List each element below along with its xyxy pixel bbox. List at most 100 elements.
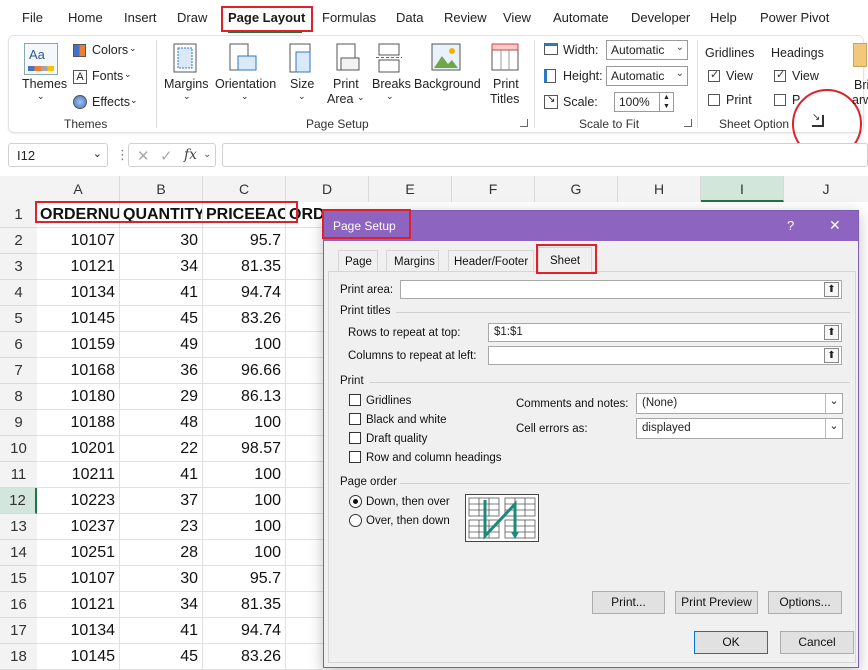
table-cell[interactable]: 10145 bbox=[37, 306, 120, 332]
rows-repeat-input[interactable]: $1:$1 ⬆ bbox=[488, 323, 842, 342]
tab-draw[interactable]: Draw bbox=[177, 10, 207, 25]
table-cell[interactable]: 98.57 bbox=[203, 436, 286, 462]
table-cell[interactable]: 81.35 bbox=[203, 254, 286, 280]
ok-button[interactable]: OK bbox=[694, 631, 768, 654]
table-cell[interactable]: 30 bbox=[120, 228, 203, 254]
print-titles-label-1[interactable]: Print bbox=[493, 77, 519, 91]
background-icon[interactable] bbox=[430, 42, 462, 74]
formula-input[interactable] bbox=[222, 143, 868, 167]
table-cell[interactable]: 83.26 bbox=[203, 306, 286, 332]
draft-quality-checkbox[interactable] bbox=[349, 432, 361, 444]
column-header-b[interactable]: B bbox=[120, 176, 203, 202]
close-icon[interactable]: ✕ bbox=[829, 217, 841, 234]
name-box[interactable]: I12 ⌄ bbox=[8, 143, 108, 167]
table-cell[interactable] bbox=[286, 566, 323, 592]
table-cell[interactable]: 10237 bbox=[37, 514, 120, 540]
table-cell[interactable]: 10121 bbox=[37, 592, 120, 618]
table-cell[interactable]: 10107 bbox=[37, 566, 120, 592]
gridlines-print-checkbox[interactable] bbox=[708, 94, 720, 106]
row-header[interactable]: 12 bbox=[0, 488, 37, 514]
table-cell[interactable]: 100 bbox=[203, 514, 286, 540]
table-cell[interactable]: 29 bbox=[120, 384, 203, 410]
height-select[interactable]: Automatic ⌄ bbox=[606, 66, 688, 86]
table-cell[interactable]: 81.35 bbox=[203, 592, 286, 618]
row-header[interactable]: 3 bbox=[0, 254, 37, 280]
table-cell[interactable]: 10121 bbox=[37, 254, 120, 280]
function-icon[interactable]: fx bbox=[184, 147, 197, 163]
headings-view-checkbox[interactable] bbox=[774, 68, 786, 82]
table-cell[interactable]: 10251 bbox=[37, 540, 120, 566]
orientation-icon[interactable] bbox=[228, 42, 258, 74]
table-cell[interactable]: 22 bbox=[120, 436, 203, 462]
column-header-a[interactable]: A bbox=[37, 176, 120, 202]
size-label[interactable]: Size bbox=[290, 77, 314, 91]
table-cell[interactable]: 48 bbox=[120, 410, 203, 436]
table-cell[interactable]: 10211 bbox=[37, 462, 120, 488]
print-titles-icon[interactable] bbox=[490, 42, 520, 74]
gridlines-view-checkbox[interactable] bbox=[708, 68, 720, 82]
bring-forward-icon[interactable] bbox=[853, 43, 867, 67]
cols-repeat-input[interactable]: ⬆ bbox=[488, 346, 842, 365]
table-cell[interactable] bbox=[286, 332, 323, 358]
orientation-label[interactable]: Orientation bbox=[215, 77, 276, 91]
black-white-checkbox[interactable] bbox=[349, 413, 361, 425]
collapse-dialog-icon[interactable]: ⬆ bbox=[824, 282, 839, 297]
print-preview-button[interactable]: Print Preview bbox=[675, 591, 758, 614]
print-button[interactable]: Print... bbox=[592, 591, 665, 614]
row-col-headings-checkbox[interactable] bbox=[349, 451, 361, 463]
tab-developer[interactable]: Developer bbox=[631, 10, 690, 25]
table-cell[interactable]: 34 bbox=[120, 592, 203, 618]
comments-select[interactable]: (None) ⌄ bbox=[636, 393, 843, 414]
table-cell[interactable]: 10180 bbox=[37, 384, 120, 410]
row-header[interactable]: 7 bbox=[0, 358, 37, 384]
collapse-dialog-icon[interactable]: ⬆ bbox=[824, 325, 839, 340]
colors-label[interactable]: Colors bbox=[92, 43, 128, 57]
table-cell[interactable] bbox=[286, 592, 323, 618]
column-header-g[interactable]: G bbox=[535, 176, 618, 202]
scale-input[interactable]: 100% bbox=[614, 92, 660, 112]
table-cell[interactable]: 10134 bbox=[37, 280, 120, 306]
row-header[interactable]: 2 bbox=[0, 228, 37, 254]
tab-data[interactable]: Data bbox=[396, 10, 423, 25]
column-header-e[interactable]: E bbox=[369, 176, 452, 202]
tab-file[interactable]: File bbox=[22, 10, 43, 25]
table-cell[interactable] bbox=[286, 254, 323, 280]
print-area-label-1[interactable]: Print bbox=[333, 77, 359, 91]
table-cell[interactable]: 10168 bbox=[37, 358, 120, 384]
row-header[interactable]: 17 bbox=[0, 618, 37, 644]
table-cell[interactable]: 36 bbox=[120, 358, 203, 384]
table-cell[interactable] bbox=[286, 280, 323, 306]
row-header[interactable]: 14 bbox=[0, 540, 37, 566]
width-select[interactable]: Automatic ⌄ bbox=[606, 40, 688, 60]
table-cell[interactable]: 100 bbox=[203, 462, 286, 488]
table-cell[interactable]: 100 bbox=[203, 540, 286, 566]
table-cell[interactable] bbox=[286, 540, 323, 566]
table-cell[interactable]: 34 bbox=[120, 254, 203, 280]
column-header-d[interactable]: D bbox=[286, 176, 369, 202]
row-header[interactable]: 11 bbox=[0, 462, 37, 488]
tab-home[interactable]: Home bbox=[68, 10, 103, 25]
table-cell[interactable] bbox=[286, 410, 323, 436]
table-cell[interactable] bbox=[286, 306, 323, 332]
table-cell[interactable]: 28 bbox=[120, 540, 203, 566]
column-header-f[interactable]: F bbox=[452, 176, 535, 202]
table-cell[interactable]: 10134 bbox=[37, 618, 120, 644]
row-header[interactable]: 16 bbox=[0, 592, 37, 618]
table-cell[interactable]: 45 bbox=[120, 306, 203, 332]
table-cell[interactable]: 41 bbox=[120, 462, 203, 488]
table-cell[interactable]: 86.13 bbox=[203, 384, 286, 410]
row-header[interactable]: 4 bbox=[0, 280, 37, 306]
print-area-label-2[interactable]: Area bbox=[327, 92, 353, 106]
cancel-icon[interactable]: ✕ bbox=[137, 147, 150, 165]
scale-launcher-icon[interactable] bbox=[684, 119, 692, 127]
table-cell[interactable] bbox=[286, 358, 323, 384]
column-header-i[interactable]: I bbox=[701, 176, 784, 202]
breaks-label[interactable]: Breaks bbox=[372, 77, 411, 91]
column-header-c[interactable]: C bbox=[203, 176, 286, 202]
dialog-tab-header-footer[interactable]: Header/Footer bbox=[448, 250, 534, 272]
table-cell[interactable] bbox=[286, 228, 323, 254]
table-cell[interactable] bbox=[286, 618, 323, 644]
table-cell[interactable]: 41 bbox=[120, 280, 203, 306]
cell-errors-select[interactable]: displayed ⌄ bbox=[636, 418, 843, 439]
table-cell[interactable]: 10145 bbox=[37, 644, 120, 670]
